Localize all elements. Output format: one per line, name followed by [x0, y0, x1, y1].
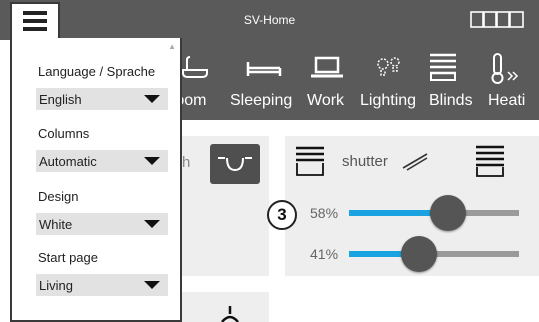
design-value: White: [39, 217, 73, 232]
chevron-down-icon: [144, 95, 160, 103]
columns-value: Automatic: [39, 154, 97, 169]
slider-value-1: 58%: [310, 205, 339, 221]
slider-handle[interactable]: [400, 236, 437, 272]
category-label: Lighting: [360, 92, 417, 109]
shutter-icon[interactable]: [295, 145, 325, 177]
stop-icon[interactable]: [401, 150, 429, 172]
start-page-value: Living: [39, 278, 73, 293]
slider-value-2: 41%: [310, 246, 339, 262]
start-page-label: Start page: [38, 250, 98, 265]
blinds-icon: [430, 53, 456, 81]
menu-icon-bar: [23, 27, 47, 31]
category-lighting[interactable]: Lighting: [355, 40, 425, 120]
language-label: Language / Sprache: [38, 64, 156, 79]
design-select[interactable]: White: [36, 213, 168, 235]
category-work[interactable]: Work: [305, 40, 355, 120]
hamburger-menu-button[interactable]: [10, 2, 60, 38]
laptop-icon: [311, 56, 343, 78]
category-blinds[interactable]: Blinds: [425, 40, 481, 120]
category-label: Sleeping: [230, 92, 293, 109]
jung-logo: [470, 11, 524, 28]
scroll-up-icon[interactable]: ▲: [168, 42, 176, 51]
shutter-closed-icon[interactable]: [475, 144, 505, 178]
shutter-name: shutter: [342, 153, 388, 170]
category-sleeping[interactable]: Sleeping: [230, 40, 296, 120]
position-slider[interactable]: [349, 195, 519, 231]
category-heating[interactable]: Heati: [484, 40, 539, 120]
chevron-down-icon: [144, 157, 160, 165]
lightbulb-icon: [377, 57, 400, 76]
slider-handle[interactable]: [429, 195, 466, 231]
step-marker: 3: [267, 200, 297, 230]
switch-button[interactable]: [210, 144, 260, 184]
chevron-down-icon: [144, 281, 160, 289]
category-label: Work: [307, 92, 345, 109]
tile-label-partial: h: [182, 154, 191, 171]
columns-label: Columns: [38, 126, 90, 141]
thermometer-icon: [491, 53, 519, 84]
bath-icon: [182, 56, 208, 78]
app-title: SV-Home: [243, 13, 296, 27]
language-select[interactable]: English: [36, 88, 168, 110]
menu-icon-bar: [23, 11, 47, 15]
chevron-down-icon: [144, 220, 160, 228]
top-bar: SV-Home: [0, 0, 539, 40]
category-label: Blinds: [429, 92, 473, 109]
lamp-icon: [221, 306, 239, 322]
language-value: English: [39, 92, 82, 107]
design-label: Design: [38, 189, 79, 204]
slat-slider[interactable]: [349, 236, 519, 272]
category-label: Heati: [488, 92, 526, 109]
menu-icon-bar: [23, 19, 47, 23]
start-page-select[interactable]: Living: [36, 274, 168, 296]
bed-icon: [246, 62, 282, 76]
switch-icon: [218, 157, 252, 172]
columns-select[interactable]: Automatic: [36, 150, 168, 172]
